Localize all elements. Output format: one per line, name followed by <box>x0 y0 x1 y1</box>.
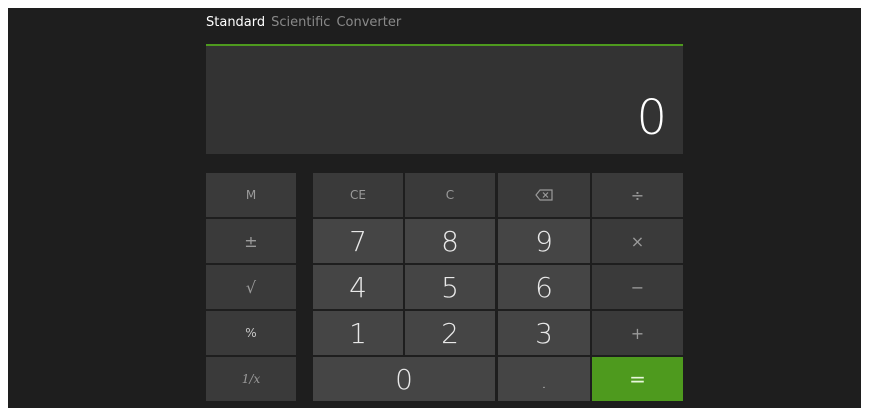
digit-3-button[interactable]: 3 <box>498 311 590 355</box>
digit-4-label: 4 <box>349 270 367 304</box>
plus-minus-button[interactable]: ± <box>206 219 296 263</box>
digit-3-label: 3 <box>535 316 553 350</box>
plus-minus-label: ± <box>244 231 258 251</box>
add-label: + <box>630 323 645 343</box>
sqrt-label: √ <box>245 277 257 297</box>
digit-5-label: 5 <box>441 270 459 304</box>
divide-button[interactable]: ÷ <box>592 173 683 217</box>
reciprocal-label: 1/x <box>241 372 261 386</box>
digit-2-label: 2 <box>441 316 459 350</box>
multiply-button[interactable]: × <box>592 219 683 263</box>
digit-7-button[interactable]: 7 <box>313 219 403 263</box>
digit-0-button[interactable]: 0 <box>313 357 495 401</box>
clear-label: C <box>445 188 455 202</box>
digit-8-label: 8 <box>441 224 459 258</box>
digit-9-button[interactable]: 9 <box>498 219 590 263</box>
clear-entry-button[interactable]: CE <box>313 173 403 217</box>
equals-label: = <box>629 367 646 391</box>
digit-1-button[interactable]: 1 <box>313 311 403 355</box>
digit-6-button[interactable]: 6 <box>498 265 590 309</box>
sqrt-button[interactable]: √ <box>206 265 296 309</box>
tab-converter[interactable]: Converter <box>336 14 401 32</box>
multiply-label: × <box>630 231 645 251</box>
subtract-button[interactable]: − <box>592 265 683 309</box>
percent-label: % <box>245 326 257 340</box>
divide-label: ÷ <box>630 185 645 205</box>
digit-1-label: 1 <box>349 316 367 350</box>
mode-tabs: Standard Scientific Converter <box>206 14 407 32</box>
digit-7-label: 7 <box>349 224 367 258</box>
clear-entry-label: CE <box>350 188 366 202</box>
digit-0-label: 0 <box>395 362 413 396</box>
backspace-button[interactable] <box>498 173 590 217</box>
digit-4-button[interactable]: 4 <box>313 265 403 309</box>
result-display: 0 <box>206 44 683 154</box>
add-button[interactable]: + <box>592 311 683 355</box>
subtract-label: − <box>630 277 645 297</box>
percent-button[interactable]: % <box>206 311 296 355</box>
digit-5-button[interactable]: 5 <box>405 265 495 309</box>
digit-2-button[interactable]: 2 <box>405 311 495 355</box>
backspace-icon <box>535 189 553 201</box>
decimal-button[interactable]: . <box>498 357 590 401</box>
digit-6-label: 6 <box>535 270 553 304</box>
display-value: 0 <box>636 90 667 146</box>
memory-button[interactable]: M <box>206 173 296 217</box>
decimal-label: . <box>541 372 547 393</box>
memory-label: M <box>245 188 257 202</box>
tab-standard[interactable]: Standard <box>206 14 265 32</box>
calculator-window: Standard Scientific Converter 0 M ± √ % … <box>8 8 861 408</box>
equals-button[interactable]: = <box>592 357 683 401</box>
digit-8-button[interactable]: 8 <box>405 219 495 263</box>
clear-button[interactable]: C <box>405 173 495 217</box>
reciprocal-button[interactable]: 1/x <box>206 357 296 401</box>
digit-9-label: 9 <box>535 224 553 258</box>
tab-scientific[interactable]: Scientific <box>271 14 330 32</box>
